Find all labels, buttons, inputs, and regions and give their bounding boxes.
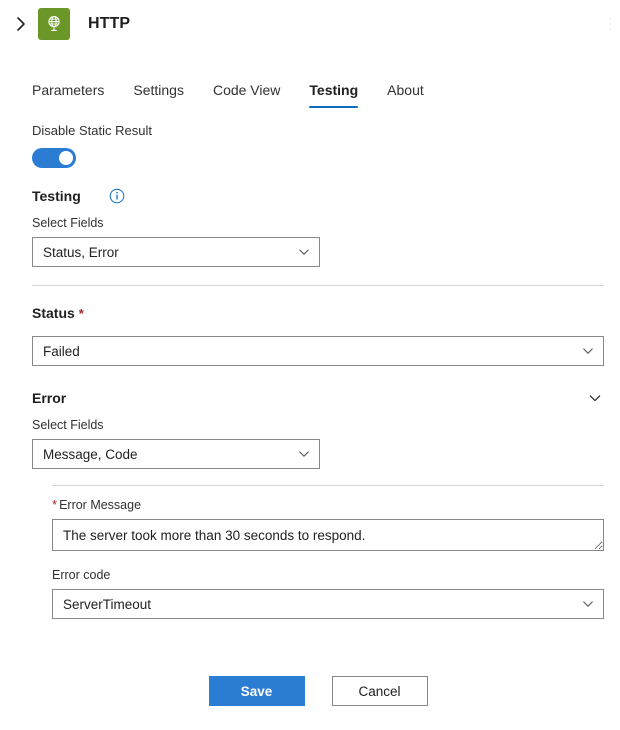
required-asterisk: *: [79, 306, 84, 321]
section-divider: [32, 285, 604, 286]
testing-select-fields-label: Select Fields: [32, 215, 604, 232]
testing-panel-body: Disable Static Result Testing Select Fie…: [0, 122, 620, 706]
error-message-input[interactable]: [52, 519, 604, 551]
error-inner-divider: [52, 485, 604, 486]
status-label-row: Status *: [32, 303, 604, 324]
page-title: HTTP: [88, 15, 130, 33]
tab-parameters[interactable]: Parameters: [32, 81, 104, 108]
more-vertical-icon[interactable]: [602, 8, 618, 40]
status-label: Status: [32, 305, 75, 321]
error-message-label-row: * Error Message: [52, 497, 604, 514]
error-code-value: ServerTimeout: [63, 597, 581, 612]
tab-code-view[interactable]: Code View: [213, 81, 280, 108]
tab-about[interactable]: About: [387, 81, 424, 108]
static-result-row: Disable Static Result: [32, 122, 604, 168]
testing-section-header: Testing: [32, 186, 604, 206]
error-fields: * Error Message Error code ServerTimeout: [52, 497, 604, 619]
error-select-fields-label: Select Fields: [32, 417, 604, 434]
error-block: Error Select Fields Message, Code * Erro…: [32, 388, 604, 619]
cancel-button[interactable]: Cancel: [332, 676, 428, 706]
testing-heading: Testing: [32, 186, 81, 206]
static-result-label: Disable Static Result: [32, 122, 604, 140]
toggle-knob: [59, 151, 73, 165]
chevron-down-icon: [297, 447, 311, 461]
error-section-header[interactable]: Error: [32, 388, 604, 408]
error-select-fields-dropdown[interactable]: Message, Code: [32, 439, 320, 469]
chevron-down-icon[interactable]: [586, 389, 604, 407]
error-select-fields-value: Message, Code: [43, 447, 297, 462]
testing-select-fields-dropdown[interactable]: Status, Error: [32, 237, 320, 267]
action-bar: Save Cancel: [32, 676, 604, 706]
status-dropdown[interactable]: Failed: [32, 336, 604, 366]
error-code-label: Error code: [52, 567, 604, 584]
status-block: Status * Failed: [32, 303, 604, 366]
globe-antenna-icon: [38, 8, 70, 40]
chevron-down-icon: [581, 344, 595, 358]
status-value: Failed: [43, 344, 581, 359]
tab-bar: Parameters Settings Code View Testing Ab…: [0, 68, 620, 108]
save-button[interactable]: Save: [209, 676, 305, 706]
error-message-label: Error Message: [59, 497, 141, 514]
tab-settings[interactable]: Settings: [133, 81, 184, 108]
error-code-dropdown[interactable]: ServerTimeout: [52, 589, 604, 619]
info-circle-icon[interactable]: [109, 188, 125, 204]
chevron-down-icon: [297, 245, 311, 259]
testing-select-fields-value: Status, Error: [43, 245, 297, 260]
error-heading: Error: [32, 388, 66, 408]
chevron-down-icon: [581, 597, 595, 611]
disable-static-result-toggle[interactable]: [32, 148, 76, 168]
required-asterisk: *: [52, 497, 57, 512]
panel-header: HTTP: [0, 0, 620, 48]
chevron-right-icon[interactable]: [8, 9, 34, 39]
tab-testing[interactable]: Testing: [309, 81, 358, 108]
